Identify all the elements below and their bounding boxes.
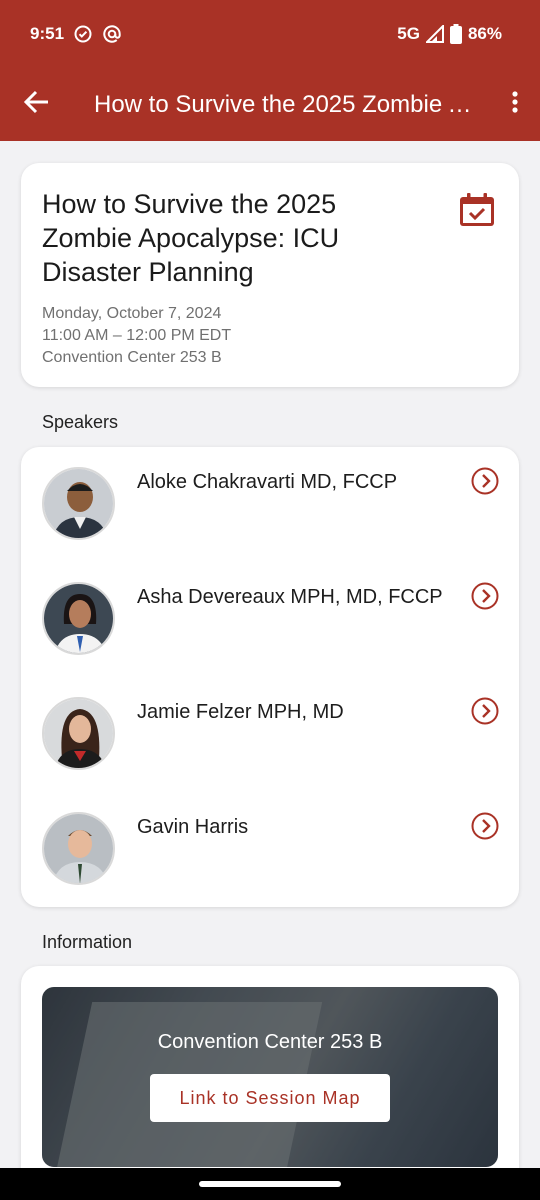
- chevron-right-icon[interactable]: [471, 467, 499, 500]
- chevron-right-icon[interactable]: [471, 812, 499, 845]
- session-map-banner: Convention Center 253 B Link to Session …: [42, 987, 498, 1167]
- banner-location: Convention Center 253 B: [157, 1031, 383, 1053]
- session-title: How to Survive the 2025 Zombie Apocalyps…: [42, 189, 340, 287]
- page-title: How to Survive the 2025 Zombie Apocalyps…: [94, 90, 490, 118]
- network-label: 5G: [397, 24, 420, 43]
- information-card: Convention Center 253 B Link to Session …: [21, 966, 519, 1200]
- session-map-link-button[interactable]: Link to Session Map: [150, 1074, 390, 1122]
- more-vert-icon: [511, 90, 519, 119]
- at-sign-icon: [102, 24, 122, 44]
- chevron-right-icon[interactable]: [471, 582, 499, 615]
- information-heading: Information: [42, 932, 133, 952]
- app-bar: 9:51 5G 86% How to Survive the 2025 Zomb…: [0, 0, 540, 141]
- toolbar: How to Survive the 2025 Zombie Apocalyps…: [0, 68, 540, 141]
- speaker-name: Asha Devereaux MPH, MD, FCCP: [137, 586, 443, 608]
- speakers-heading: Speakers: [42, 412, 119, 432]
- battery-level: 86%: [467, 24, 502, 43]
- speaker-name: Jamie Felzer MPH, MD: [137, 701, 344, 723]
- speaker-row[interactable]: Aloke Chakravarti MD, FCCP: [21, 447, 519, 562]
- speakers-card: Aloke Chakravarti MD, FCCP Asha Devereau…: [21, 447, 519, 907]
- speaker-row[interactable]: Jamie Felzer MPH, MD: [21, 677, 519, 792]
- status-bar: 9:51 5G 86%: [0, 0, 540, 68]
- check-circle-icon: [74, 25, 92, 43]
- session-date: Monday, October 7, 2024: [42, 305, 222, 322]
- back-button[interactable]: [0, 68, 74, 141]
- signal-icon: [425, 25, 444, 43]
- session-time: 11:00 AM – 12:00 PM EDT: [42, 327, 232, 344]
- speaker-row[interactable]: Asha Devereaux MPH, MD, FCCP: [21, 562, 519, 677]
- session-card: How to Survive the 2025 Zombie Apocalyps…: [21, 163, 519, 387]
- avatar: [42, 812, 115, 885]
- speaker-name: Gavin Harris: [137, 816, 249, 838]
- avatar: [42, 467, 115, 540]
- calendar-check-icon[interactable]: [459, 193, 495, 232]
- chevron-right-icon[interactable]: [471, 697, 499, 730]
- avatar: [42, 697, 115, 770]
- speaker-name: Aloke Chakravarti MD, FCCP: [137, 471, 398, 493]
- session-meta: Monday, October 7, 2024 11:00 AM – 12:00…: [42, 303, 498, 369]
- arrow-back-icon: [23, 90, 50, 119]
- status-time: 9:51: [30, 24, 65, 43]
- speaker-row[interactable]: Gavin Harris: [21, 792, 519, 907]
- gesture-handle[interactable]: [199, 1181, 341, 1187]
- battery-icon: [449, 24, 462, 44]
- avatar: [42, 582, 115, 655]
- session-location: Convention Center 253 B: [42, 349, 222, 366]
- overflow-menu-button[interactable]: [490, 68, 540, 141]
